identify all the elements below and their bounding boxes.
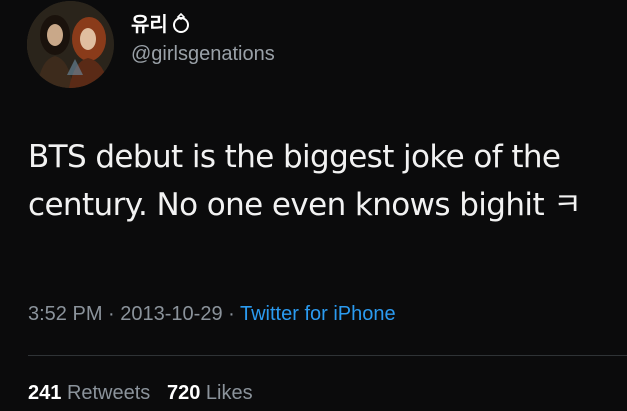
- likes-label: Likes: [205, 382, 253, 404]
- tweet-meta: 3:52 PM · 2013-10-29 · Twitter for iPhon…: [28, 303, 396, 326]
- user-handle[interactable]: @girlsgenations: [131, 43, 275, 66]
- tweet-card: 유리 @girlsgenations BTS debut is the bigg…: [0, 0, 627, 411]
- avatar-photo: [27, 1, 114, 88]
- display-name-row[interactable]: 유리: [131, 8, 192, 37]
- tweet-date[interactable]: 2013-10-29: [120, 303, 222, 325]
- ring-icon: [170, 12, 192, 34]
- tweet-source-link[interactable]: Twitter for iPhone: [240, 303, 396, 325]
- likes-stat[interactable]: 720 Likes: [167, 382, 253, 404]
- tweet-text-line: BTS debut is the biggest joke of the: [28, 139, 561, 175]
- tweet-text: BTS debut is the biggest joke of the cen…: [28, 133, 618, 229]
- retweets-stat[interactable]: 241 Retweets: [28, 382, 150, 404]
- retweets-count: 241: [28, 382, 62, 404]
- likes-count: 720: [166, 382, 201, 404]
- tweet-stats: 241 Retweets 720 Likes: [28, 382, 253, 405]
- meta-separator: ·: [222, 303, 240, 325]
- avatar[interactable]: [27, 1, 114, 88]
- divider: [28, 355, 627, 356]
- display-name[interactable]: 유리: [131, 8, 168, 37]
- tweet-text-line: century. No one even knows bighit ㅋ: [28, 187, 582, 223]
- meta-separator: ·: [102, 303, 121, 325]
- tweet-time[interactable]: 3:52 PM: [28, 303, 102, 325]
- retweets-label: Retweets: [66, 382, 151, 404]
